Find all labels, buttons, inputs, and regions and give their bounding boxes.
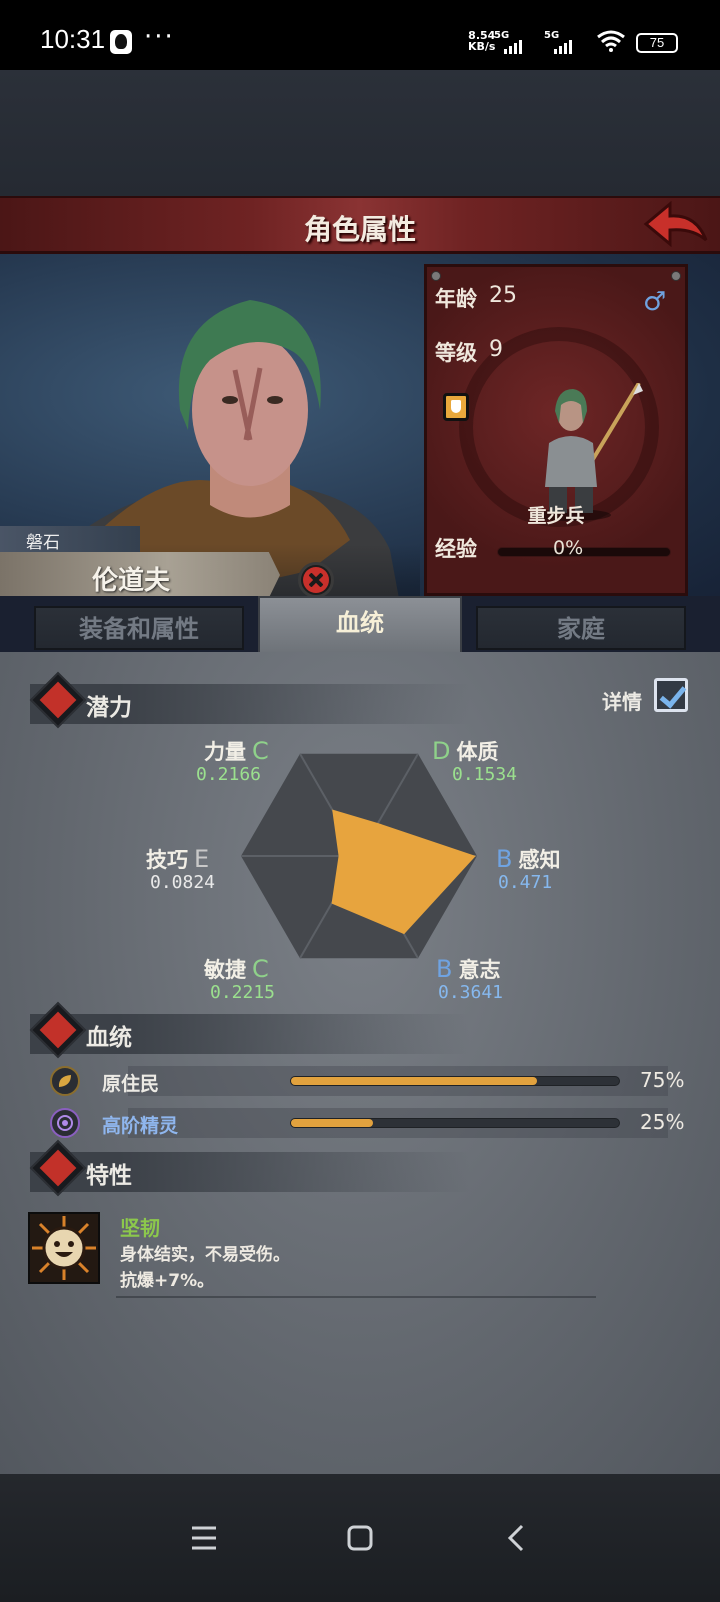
dismiss-button[interactable] xyxy=(298,562,334,598)
age-label: 年龄 xyxy=(435,287,477,311)
attr-agility: 敏捷 C xyxy=(204,954,275,984)
male-icon: ♂ xyxy=(643,287,667,317)
title-bar: 角色属性 xyxy=(0,196,720,254)
attr-perception-name: 感知 xyxy=(518,848,561,872)
attr-skill-value: 0.0824 xyxy=(150,872,216,893)
attr-agility-name: 敏捷 xyxy=(204,958,246,982)
bloodline-panel: 潜力 详情 力量 C 0.2166 D 体质 0.1534 技巧 E 0.0824 B… xyxy=(0,652,720,1474)
attr-skill-name: 技巧 xyxy=(146,848,188,872)
attr-skill-grade: E xyxy=(194,845,210,873)
attr-constitution-grade: D xyxy=(432,737,451,765)
bloodline-row: 高阶精灵 25% xyxy=(50,1106,700,1142)
attr-constitution-name: 体质 xyxy=(456,740,499,764)
network-speed: 8.54 KB/s xyxy=(468,30,495,52)
tab-bar: 装备和属性 血统 家庭 xyxy=(0,596,720,654)
banner-pin xyxy=(671,271,681,281)
wifi-icon xyxy=(597,30,625,52)
tab-family[interactable]: 家庭 xyxy=(476,606,686,650)
tab-equipment[interactable]: 装备和属性 xyxy=(34,606,244,650)
character-name[interactable]: 伦道夫 xyxy=(92,560,170,597)
bloodline-progress-bar xyxy=(290,1076,620,1086)
level-label: 等级 xyxy=(435,341,477,365)
menu-icon[interactable] xyxy=(184,1518,224,1558)
tab-bloodline[interactable]: 血统 xyxy=(258,596,462,654)
attr-strength: 力量 C xyxy=(204,736,275,766)
status-bar: 10:31 ··· 8.54 KB/s 5G 5G 75 xyxy=(0,0,720,70)
bloodline-label: 血统 xyxy=(86,1025,132,1051)
close-icon xyxy=(309,573,323,587)
system-nav-bar xyxy=(0,1474,720,1602)
xp-progress-bar xyxy=(497,547,671,557)
bloodline-percent: 75% xyxy=(640,1068,685,1092)
bloodline-percent: 25% xyxy=(640,1110,685,1134)
leaf-icon xyxy=(50,1066,80,1096)
qq-notification-icon xyxy=(110,30,132,54)
signal-sim1-icon: 5G xyxy=(494,30,532,54)
attr-skill: 技巧 E xyxy=(146,844,215,874)
detail-label: 详情 xyxy=(602,690,642,714)
back-icon[interactable] xyxy=(498,1518,538,1558)
battery-icon: 75 xyxy=(636,33,678,53)
bloodline-progress-bar xyxy=(290,1118,620,1128)
attr-will: B 意志 xyxy=(436,954,500,984)
bloodline-name: 高阶精灵 xyxy=(102,1115,179,1137)
xp-percent: 0% xyxy=(553,537,584,559)
attr-strength-name: 力量 xyxy=(204,740,246,764)
trait-description: 身体结实，不易受伤。 xyxy=(120,1245,290,1265)
attr-perception-grade: B xyxy=(496,845,513,873)
status-time: 10:31 xyxy=(40,24,106,54)
unit-banner: 年龄 25 ♂ 等级 9 重步兵 经验 0% xyxy=(424,264,688,596)
traits-header: 特性 xyxy=(29,1139,470,1197)
smiley-face-icon[interactable] xyxy=(28,1212,100,1284)
trait-name: 坚韧 xyxy=(120,1216,160,1240)
elf-eye-icon xyxy=(50,1108,80,1138)
age-value: 25 xyxy=(489,283,517,308)
attr-strength-value: 0.2166 xyxy=(196,764,262,785)
attr-constitution-value: 0.1534 xyxy=(452,764,518,785)
attr-constitution: D 体质 xyxy=(432,736,498,766)
detail-checkbox[interactable] xyxy=(654,678,688,712)
bloodline-row: 原住民 75% xyxy=(50,1064,700,1100)
signal-sim2-icon: 5G xyxy=(544,30,582,54)
trait-divider xyxy=(116,1296,596,1298)
bloodline-name: 原住民 xyxy=(102,1073,160,1095)
page-title: 角色属性 xyxy=(303,213,416,246)
bloodline-header: 血统 xyxy=(29,1001,470,1059)
trait-effect: 抗爆+7%。 xyxy=(120,1271,215,1291)
blood-drop-icon xyxy=(29,1001,87,1059)
bloodline-progress-fill xyxy=(291,1077,537,1085)
home-icon[interactable] xyxy=(340,1518,380,1558)
potential-label: 潜力 xyxy=(86,695,132,721)
attr-will-name: 意志 xyxy=(458,958,501,982)
top-spacer xyxy=(0,70,720,196)
attr-agility-value: 0.2215 xyxy=(210,982,276,1003)
back-arrow-icon[interactable] xyxy=(640,200,710,252)
more-notifications-icon: ··· xyxy=(144,22,175,52)
potential-icon xyxy=(29,671,87,729)
level-value: 9 xyxy=(489,337,503,362)
attr-agility-grade: C xyxy=(252,955,269,983)
potential-header: 潜力 xyxy=(29,671,470,729)
attr-strength-grade: C xyxy=(252,737,269,765)
xp-label: 经验 xyxy=(435,537,477,561)
clan-name: 磐石 xyxy=(0,526,140,553)
bloodline-progress-fill xyxy=(291,1119,373,1127)
attr-perception-value: 0.471 xyxy=(498,872,553,893)
attr-will-grade: B xyxy=(436,955,453,983)
network-speed-unit: KB/s xyxy=(468,40,496,53)
flame-icon xyxy=(29,1139,87,1197)
attr-perception: B 感知 xyxy=(496,844,560,874)
shield-badge-icon[interactable] xyxy=(443,393,469,421)
banner-pin xyxy=(431,271,441,281)
unit-type-label: 重步兵 xyxy=(527,505,585,527)
traits-label: 特性 xyxy=(86,1163,132,1189)
attr-will-value: 0.3641 xyxy=(438,982,504,1003)
